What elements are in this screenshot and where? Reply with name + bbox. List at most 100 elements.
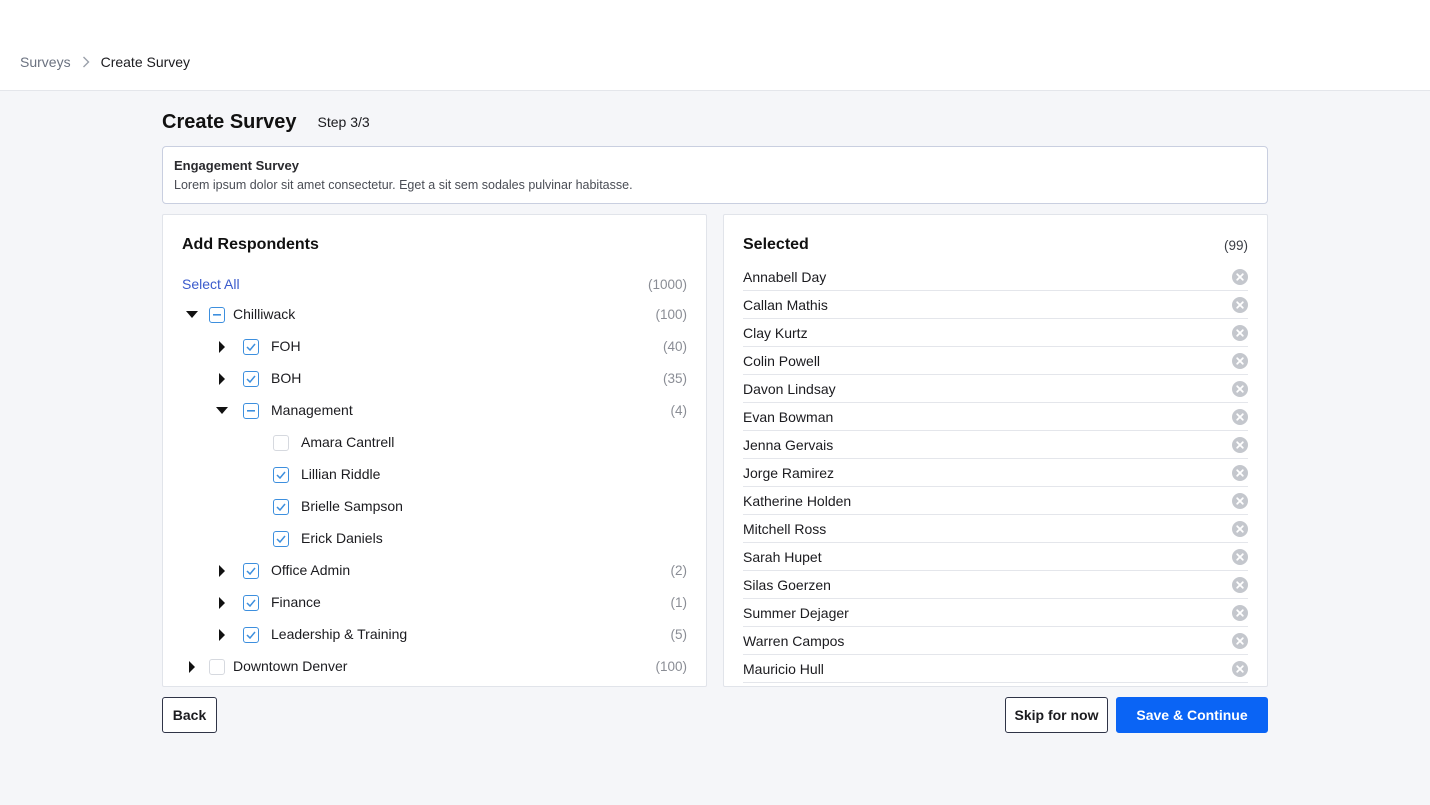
tree-node-count: (100) <box>655 307 687 322</box>
tree-node-count: (35) <box>662 371 687 386</box>
remove-icon[interactable] <box>1232 576 1248 593</box>
selected-list: Annabell Day Callan Mathis Clay Kurtz Colin… <box>743 263 1248 683</box>
tree-node: Management (4) <box>163 395 687 427</box>
tree-node: Chilliwack (100) <box>163 299 687 331</box>
tree-node-label: Downtown Denver <box>233 658 348 674</box>
selected-count: (99) <box>1223 237 1248 253</box>
tree-node: Finance (1) <box>163 587 687 619</box>
tree-node: Erick Daniels <box>163 523 687 555</box>
breadcrumb-current: Create Survey <box>100 54 191 70</box>
selected-name: Mauricio Hull <box>743 660 824 677</box>
caret-right-icon[interactable] <box>186 661 198 673</box>
selected-row: Jenna Gervais <box>743 431 1248 459</box>
selected-name: Katherine Holden <box>743 492 852 509</box>
page-title: Create Survey <box>162 110 297 133</box>
checkbox[interactable] <box>273 531 289 547</box>
tree-node: Leadership & Training (5) <box>163 619 687 651</box>
selected-title: Selected <box>743 236 809 253</box>
remove-icon[interactable] <box>1232 464 1248 481</box>
remove-icon[interactable] <box>1232 324 1248 341</box>
remove-icon[interactable] <box>1232 492 1248 509</box>
selected-name: Davon Lindsay <box>743 380 836 397</box>
remove-icon[interactable] <box>1232 436 1248 453</box>
checkbox[interactable] <box>209 307 225 323</box>
checkbox[interactable] <box>243 627 259 643</box>
checkbox[interactable] <box>273 435 289 451</box>
checkbox[interactable] <box>273 499 289 515</box>
tree-node: Brielle Sampson <box>163 491 687 523</box>
remove-icon[interactable] <box>1232 632 1248 649</box>
checkbox[interactable] <box>243 339 259 355</box>
selected-panel: Selected (99) Annabell Day Callan Mathis C… <box>723 214 1268 687</box>
tree-node: Amara Cantrell <box>163 427 687 459</box>
checkbox[interactable] <box>243 595 259 611</box>
tree-node-count: (5) <box>670 627 688 642</box>
save-continue-button[interactable]: Save & Continue <box>1116 697 1268 733</box>
survey-info-card: Engagement Survey Lorem ipsum dolor sit … <box>162 146 1268 204</box>
tree-node-label: Amara Cantrell <box>301 434 395 450</box>
tree-node-label: Erick Daniels <box>301 530 383 546</box>
remove-icon[interactable] <box>1232 380 1248 397</box>
skip-button[interactable]: Skip for now <box>1005 697 1108 733</box>
remove-icon[interactable] <box>1232 352 1248 369</box>
remove-icon[interactable] <box>1232 268 1248 285</box>
tree-node: Downtown Denver (100) <box>163 651 687 683</box>
title-row: Create Survey Step 3/3 <box>162 110 370 134</box>
selected-name: Jorge Ramirez <box>743 464 835 481</box>
checkbox[interactable] <box>243 371 259 387</box>
selected-row: Mauricio Hull <box>743 655 1248 683</box>
caret-down-icon[interactable] <box>216 405 228 417</box>
caret-right-icon[interactable] <box>216 341 228 353</box>
remove-icon[interactable] <box>1232 548 1248 565</box>
selected-row: Clay Kurtz <box>743 319 1248 347</box>
tree-node-count: (4) <box>670 403 688 418</box>
tree-node-label: Lillian Riddle <box>301 466 381 482</box>
selected-name: Callan Mathis <box>743 296 828 313</box>
caret-right-icon[interactable] <box>216 373 228 385</box>
selected-row: Sarah Hupet <box>743 543 1248 571</box>
tree-node-label: Chilliwack <box>233 306 296 322</box>
tree-node-label: Finance <box>271 594 321 610</box>
survey-description: Lorem ipsum dolor sit amet consectetur. … <box>174 178 633 192</box>
tree-node: BOH (35) <box>163 363 687 395</box>
select-all-link[interactable]: Select All <box>182 276 240 292</box>
remove-icon[interactable] <box>1232 604 1248 621</box>
tree-node-label: Management <box>271 402 353 418</box>
caret-right-icon[interactable] <box>216 597 228 609</box>
tree-node-count: (2) <box>670 563 688 578</box>
breadcrumb: Surveys Create Survey <box>20 52 190 72</box>
remove-icon[interactable] <box>1232 660 1248 677</box>
breadcrumb-surveys-link[interactable]: Surveys <box>20 54 71 70</box>
total-count: (1000) <box>647 276 687 292</box>
remove-icon[interactable] <box>1232 520 1248 537</box>
add-respondents-title: Add Respondents <box>182 236 319 253</box>
selected-name: Clay Kurtz <box>743 324 808 341</box>
tree-node-count: (40) <box>662 339 687 354</box>
remove-icon[interactable] <box>1232 296 1248 313</box>
respondent-tree: Chilliwack (100) FOH (40) BOH (35) Management (… <box>163 299 687 683</box>
selected-row: Davon Lindsay <box>743 375 1248 403</box>
selected-name: Warren Campos <box>743 632 845 649</box>
checkbox[interactable] <box>273 467 289 483</box>
selected-name: Summer Dejager <box>743 604 849 621</box>
selected-row: Callan Mathis <box>743 291 1248 319</box>
top-bar: Surveys Create Survey <box>0 0 1430 91</box>
caret-down-icon[interactable] <box>186 309 198 321</box>
selected-row: Warren Campos <box>743 627 1248 655</box>
selected-row: Summer Dejager <box>743 599 1248 627</box>
tree-node: FOH (40) <box>163 331 687 363</box>
selected-name: Jenna Gervais <box>743 436 834 453</box>
back-button[interactable]: Back <box>162 697 217 733</box>
remove-icon[interactable] <box>1232 408 1248 425</box>
selected-name: Sarah Hupet <box>743 548 822 565</box>
survey-name: Engagement Survey <box>174 158 299 173</box>
selected-name: Evan Bowman <box>743 408 834 425</box>
checkbox[interactable] <box>243 403 259 419</box>
caret-right-icon[interactable] <box>216 629 228 641</box>
checkbox[interactable] <box>243 563 259 579</box>
checkbox[interactable] <box>209 659 225 675</box>
caret-right-icon[interactable] <box>216 565 228 577</box>
tree-node-label: Leadership & Training <box>271 626 408 642</box>
selected-row: Mitchell Ross <box>743 515 1248 543</box>
tree-node-label: Office Admin <box>271 562 351 578</box>
